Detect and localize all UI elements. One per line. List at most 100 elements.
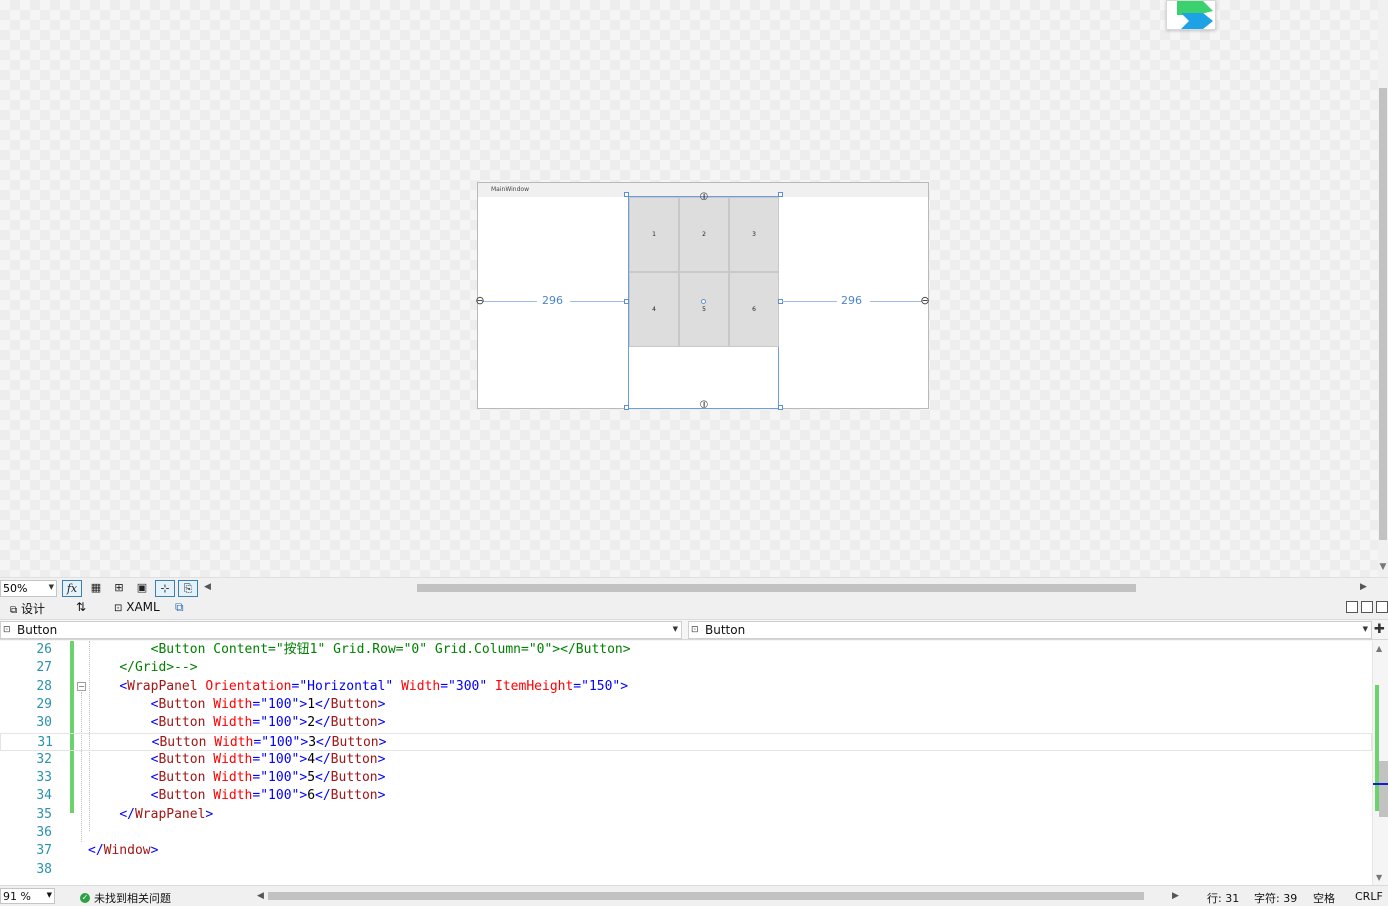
code-token: ="100"> (253, 734, 309, 750)
split-editor-icon[interactable]: ✚ (1374, 622, 1385, 637)
element-dropdown-left[interactable]: ⊡ Button ▼ (0, 621, 682, 639)
margin-label-right: 296 (841, 294, 862, 307)
element-icon: ⊡ (691, 625, 699, 635)
anchor-top-icon[interactable]: ⦶ (698, 191, 710, 203)
resize-handle[interactable] (778, 192, 783, 197)
anchor-right-icon[interactable]: ⊖ (919, 295, 931, 307)
code-line[interactable]: 26 <Button Content="按钮1" Grid.Row="0" Gr… (0, 641, 1372, 659)
code-line[interactable]: 37 </Window> (0, 842, 1372, 860)
code-line[interactable]: 34 <Button Width="100">6</Button> (0, 787, 1372, 805)
window-preview[interactable]: MainWindow 1 2 3 4 5 6 296 296 ⊖ ⊖ ⦶ ⦶ (474, 182, 931, 411)
scrollbar-thumb[interactable] (1379, 761, 1388, 817)
wrap-button-6[interactable]: 6 (729, 272, 779, 347)
horizontal-split-icon[interactable] (1361, 601, 1373, 613)
anchor-bottom-icon[interactable]: ⦶ (698, 399, 710, 411)
wrap-button-5[interactable]: 5 (679, 272, 729, 347)
line-code: <Button Width="100">4</Button> (88, 751, 386, 769)
designer-zoom-select[interactable]: 50% ▼ (0, 580, 57, 597)
resize-handle[interactable] (624, 192, 629, 197)
scroll-left-icon[interactable]: ◀ (257, 891, 264, 901)
designer-vertical-scrollbar[interactable]: ▼ (1378, 0, 1388, 577)
code-line[interactable]: 30 <Button Width="100">2</Button> (0, 714, 1372, 732)
wrap-button-4[interactable]: 4 (629, 272, 679, 347)
code-line[interactable]: 32 <Button Width="100">4</Button> (0, 751, 1372, 769)
margin-line-right (870, 301, 922, 302)
line-number: 34 (36, 788, 52, 804)
scroll-down-icon[interactable]: ▼ (1378, 562, 1388, 574)
code-token: WrapPanel (134, 806, 206, 822)
caret-position-marker (1373, 783, 1388, 785)
snap-grid-icon[interactable]: ⊞ (109, 580, 129, 597)
editor-zoom-value: 91 % (3, 890, 31, 903)
issues-indicator[interactable]: ✓ 未找到相关问题 (80, 890, 171, 906)
code-token: Button (159, 734, 207, 750)
scroll-up-icon[interactable]: ▲ (1376, 644, 1382, 653)
swap-panes-button[interactable]: ⇅ (76, 600, 86, 614)
wrap-button-1[interactable]: 1 (629, 197, 679, 272)
code-token: Button (158, 696, 206, 712)
collapse-pane-icon[interactable] (1376, 601, 1388, 613)
code-token: Button (158, 770, 206, 786)
tab-xaml[interactable]: ⊡ XAML (114, 600, 160, 614)
xaml-code-editor[interactable]: − 26 <Button Content="按钮1" Grid.Row="0" … (0, 641, 1372, 885)
resize-handle[interactable] (624, 405, 629, 410)
code-line[interactable]: 31 <Button Width="100">3</Button> (0, 732, 1372, 751)
line-code: <Button Width="100">6</Button> (88, 787, 386, 805)
anchor-left-icon[interactable]: ⊖ (474, 295, 486, 307)
code-token: > (150, 843, 159, 859)
tab-design[interactable]: ⧉ 设计 (10, 600, 45, 617)
line-ending-indicator[interactable]: CRLF (1355, 890, 1383, 903)
code-token: 5 (307, 770, 316, 786)
code-line[interactable]: 38 (0, 861, 1372, 879)
project-code-icon[interactable]: ⎘ (178, 580, 198, 597)
center-handle[interactable] (701, 299, 706, 304)
code-line[interactable]: 27 </Grid>--> (0, 659, 1372, 677)
scroll-right-icon[interactable]: ▶ (1172, 891, 1179, 901)
code-token: </Grid>--> (119, 660, 198, 676)
code-line[interactable]: 35 </WrapPanel> (0, 806, 1372, 824)
scroll-right-icon[interactable]: ▶ (1360, 582, 1367, 592)
grid-icon[interactable]: ▦ (86, 580, 106, 597)
chevron-down-icon: ▼ (48, 583, 54, 591)
line-indicator[interactable]: 行: 31 (1207, 890, 1239, 906)
snap-lines-icon[interactable]: ⊹ (155, 580, 175, 597)
formula-icon[interactable]: fx (62, 580, 82, 597)
whitespace-indicator[interactable]: 空格 (1313, 890, 1335, 906)
editor-vertical-scrollbar[interactable]: ▲ ▼ (1372, 641, 1388, 885)
code-line[interactable]: 29 <Button Width="100">1</Button> (0, 696, 1372, 714)
code-line[interactable]: 33 <Button Width="100">5</Button> (0, 769, 1372, 787)
scrollbar-thumb[interactable] (1379, 88, 1387, 540)
wrap-button-3[interactable]: 3 (729, 197, 779, 272)
code-token: WrapPanel (127, 678, 198, 694)
designer-surface[interactable]: MainWindow 1 2 3 4 5 6 296 296 ⊖ ⊖ ⦶ ⦶ (0, 0, 1378, 577)
popout-icon[interactable]: ⧉ (175, 600, 184, 615)
resize-handle[interactable] (624, 299, 629, 304)
code-token: > (377, 751, 386, 767)
designer-flag-icon[interactable] (1166, 0, 1216, 30)
dropdown-right-value: Button (705, 623, 746, 637)
scroll-down-icon[interactable]: ▼ (1376, 873, 1382, 882)
element-dropdown-right[interactable]: ⊡ Button ▼ (688, 621, 1372, 639)
code-token: </ (88, 843, 104, 859)
artboard-icon[interactable]: ▣ (132, 580, 152, 597)
code-token: > (377, 696, 386, 712)
scroll-left-icon[interactable]: ◀ (204, 582, 211, 592)
code-line[interactable]: 36 (0, 824, 1372, 842)
code-line[interactable]: 28 <WrapPanel Orientation="Horizontal" W… (0, 678, 1372, 696)
line-number: 26 (36, 642, 52, 657)
resize-handle[interactable] (778, 405, 783, 410)
code-token: > (377, 770, 386, 786)
margin-line-left (482, 301, 537, 302)
designer-horizontal-scroll-thumb[interactable] (417, 584, 1136, 592)
code-token: Button (158, 788, 206, 804)
char-indicator[interactable]: 字符: 39 (1254, 890, 1297, 906)
dropdown-left-value: Button (17, 623, 58, 637)
line-code: <Button Width="100">1</Button> (88, 696, 386, 714)
wrap-button-2[interactable]: 2 (679, 197, 729, 272)
vertical-split-icon[interactable] (1346, 601, 1358, 613)
editor-horizontal-scroll-thumb[interactable] (268, 892, 1144, 900)
line-number: 33 (36, 770, 52, 786)
editor-zoom-select[interactable]: 91 % ▼ (0, 888, 55, 904)
